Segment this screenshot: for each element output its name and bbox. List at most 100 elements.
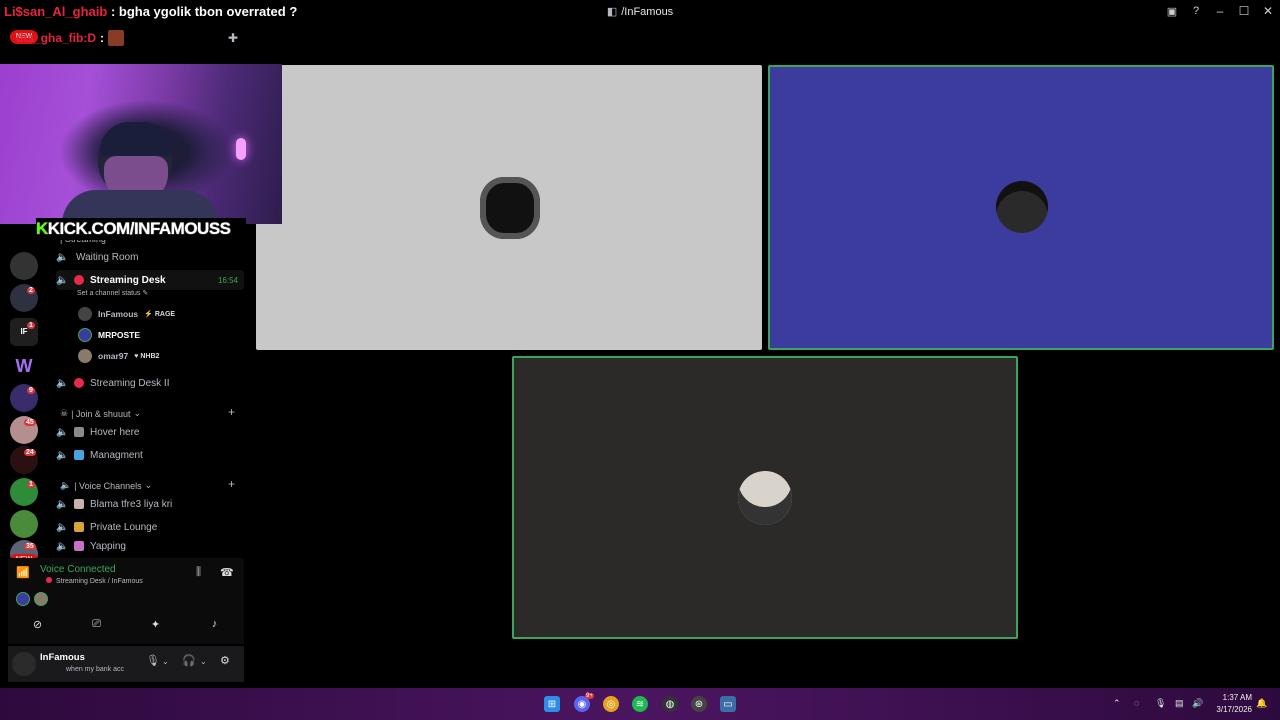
- microphone-icon[interactable]: 🎙: [146, 654, 160, 667]
- network-icon[interactable]: ▤: [1175, 698, 1184, 709]
- clock-date: 3/17/2026: [1216, 705, 1252, 714]
- server-icon[interactable]: [10, 252, 38, 280]
- skull-icon: ☠: [60, 408, 69, 418]
- channel-yapping[interactable]: 🔈 Yapping: [56, 539, 244, 553]
- app-icon[interactable]: ⊛: [691, 696, 707, 712]
- clock[interactable]: 1:37 AM 3/17/2026: [1216, 692, 1252, 716]
- activities-icon[interactable]: ✦: [144, 614, 168, 634]
- camera-off-icon[interactable]: ⊘: [26, 614, 50, 634]
- mouth-icon: [74, 541, 84, 551]
- chevron-down-icon[interactable]: ⌄: [200, 657, 207, 666]
- windows-start-icon[interactable]: ⊞: [544, 696, 560, 712]
- server-icon[interactable]: [10, 510, 38, 538]
- category-label: | Voice Channels: [74, 480, 142, 491]
- help-icon[interactable]: ?: [1184, 0, 1208, 22]
- speaker-icon: 🔈: [56, 540, 69, 552]
- video-tile-omar97[interactable]: [512, 356, 1018, 639]
- bed-icon: [74, 499, 84, 509]
- chat-text: : bgha ygolik tbon overrated ?: [110, 4, 298, 19]
- taskbar: ⊞ ◉ 9+ ◎ ≋ ◍ ⊛ ▭ ⌃ ◌ 🎙 ▤ 🔊 1:37 AM 3/17/…: [0, 688, 1280, 720]
- discord-badge: 9+: [585, 693, 594, 699]
- tray-mic-icon[interactable]: 🎙: [1155, 698, 1166, 709]
- tray-chevron-icon[interactable]: ⌃: [1113, 698, 1121, 709]
- headphones-icon[interactable]: 🎧: [182, 654, 196, 667]
- volume-icon[interactable]: 🔊: [1192, 698, 1203, 709]
- speaker-icon: 🔈: [56, 449, 69, 461]
- signal-icon[interactable]: 📶: [16, 566, 30, 579]
- voice-user-name: MRPOSTE: [98, 330, 141, 340]
- obs-icon[interactable]: ◍: [662, 696, 678, 712]
- call-timer: 16:54: [217, 275, 238, 285]
- voice-user-name: InFamous: [98, 309, 139, 319]
- participant-avatar[interactable]: [16, 592, 30, 606]
- video-tile-infamous[interactable]: [256, 65, 762, 350]
- server-icon-w[interactable]: W: [10, 352, 38, 380]
- voice-user-infamous[interactable]: InFamous ⚡ RAGE: [78, 305, 175, 323]
- category-label: | Join & shuuut: [71, 408, 131, 419]
- lock-icon: [74, 522, 84, 532]
- voice-user-mrposte[interactable]: MRPOSTE: [78, 326, 140, 344]
- maximize-button[interactable]: ☐: [1232, 0, 1256, 22]
- notification-icon[interactable]: 🔔: [1256, 698, 1267, 709]
- minimize-button[interactable]: –: [1208, 0, 1232, 22]
- kick-banner: KKICK.COM/INFAMOUSS: [36, 218, 246, 240]
- speaker-icon: 🔈: [60, 480, 72, 490]
- voice-connected-subtitle[interactable]: Streaming Desk / InFamous: [46, 577, 143, 585]
- channel-streaming-desk[interactable]: 🔈 Streaming Desk 16:54: [56, 270, 244, 290]
- tray-icon[interactable]: ◌: [1134, 698, 1139, 708]
- streamer-cap: [100, 122, 172, 156]
- inbox-icon[interactable]: ▣: [1160, 0, 1184, 22]
- category-join[interactable]: ☠ | Join & shuuut ⌄: [60, 408, 141, 419]
- settings-icon[interactable]: ⚙: [220, 654, 230, 667]
- chevron-down-icon: ⌄: [144, 480, 153, 490]
- voice-user-name: omar97: [98, 351, 129, 361]
- video-tile-mrposte[interactable]: [768, 65, 1274, 350]
- add-member-icon[interactable]: ✚: [228, 31, 238, 45]
- chevron-down-icon: ⌄: [133, 408, 141, 418]
- channel-managment[interactable]: 🔈 Managment: [56, 445, 244, 465]
- avatar: [78, 307, 92, 321]
- channel-label: Streaming Desk: [90, 274, 166, 286]
- channel-private-lounge[interactable]: 🔈 Private Lounge: [56, 517, 244, 537]
- voice-connected-panel: 📶 Voice Connected Streaming Desk / InFam…: [8, 558, 244, 644]
- screen-share-icon[interactable]: ⎚: [85, 614, 109, 634]
- noise-suppression-icon[interactable]: ⫼: [196, 566, 201, 579]
- spotify-icon[interactable]: ≋: [632, 696, 648, 712]
- channel-waiting-room[interactable]: 🔈 Waiting Room: [56, 247, 244, 267]
- participant-avatar[interactable]: [34, 592, 48, 606]
- webcam-overlay: KKICK.COM/INFAMOUSS: [0, 64, 282, 240]
- channel-label: Hover here: [90, 426, 140, 438]
- user-name[interactable]: InFamous: [40, 652, 85, 663]
- clock-time: 1:37 AM: [1222, 693, 1252, 702]
- red-dot-icon: [74, 378, 84, 388]
- chrome-icon[interactable]: ◎: [603, 696, 619, 712]
- user-avatar[interactable]: [12, 652, 36, 676]
- close-button[interactable]: ✕: [1256, 0, 1280, 22]
- add-channel-icon[interactable]: +: [228, 477, 235, 491]
- kick-url: KICK.COM/INFAMOUSS: [47, 219, 231, 238]
- category-voice[interactable]: 🔈 | Voice Channels ⌄: [60, 480, 152, 491]
- voice-connected-title[interactable]: Voice Connected: [40, 564, 116, 575]
- chevron-down-icon[interactable]: ⌄: [162, 657, 169, 666]
- speaker-icon: 🔈: [56, 274, 69, 286]
- avatar: [78, 349, 92, 363]
- set-channel-status[interactable]: Set a channel status ✎: [77, 289, 148, 297]
- chat-suffix: :: [100, 31, 105, 45]
- speaker-icon: 🔈: [56, 251, 69, 263]
- channel-hover-here[interactable]: 🔈 Hover here: [56, 422, 244, 442]
- avatar: [78, 328, 92, 342]
- channel-label: Blama tfre3 liya kri: [90, 498, 173, 510]
- channel-streaming-desk-ii[interactable]: 🔈 Streaming Desk II: [56, 373, 244, 393]
- add-channel-icon[interactable]: +: [228, 405, 235, 419]
- server-badge: 1: [27, 481, 35, 488]
- user-status: when my bank acc: [66, 666, 124, 673]
- soundboard-icon[interactable]: ♪: [203, 614, 227, 634]
- channel-blama[interactable]: 🔈 Blama tfre3 liya kri: [56, 494, 244, 514]
- app-window-icon[interactable]: ▭: [720, 696, 736, 712]
- voice-user-omar97[interactable]: omar97 ♥ NHB2: [78, 347, 159, 365]
- speaker-icon: 🔈: [56, 521, 69, 533]
- stream-chat-message-2: dts_gha_fib:D :: [16, 30, 125, 46]
- chat-username-2: dts_gha_fib:D: [16, 31, 97, 45]
- channel-label: Waiting Room: [76, 251, 139, 263]
- disconnect-icon[interactable]: ☎: [220, 566, 234, 579]
